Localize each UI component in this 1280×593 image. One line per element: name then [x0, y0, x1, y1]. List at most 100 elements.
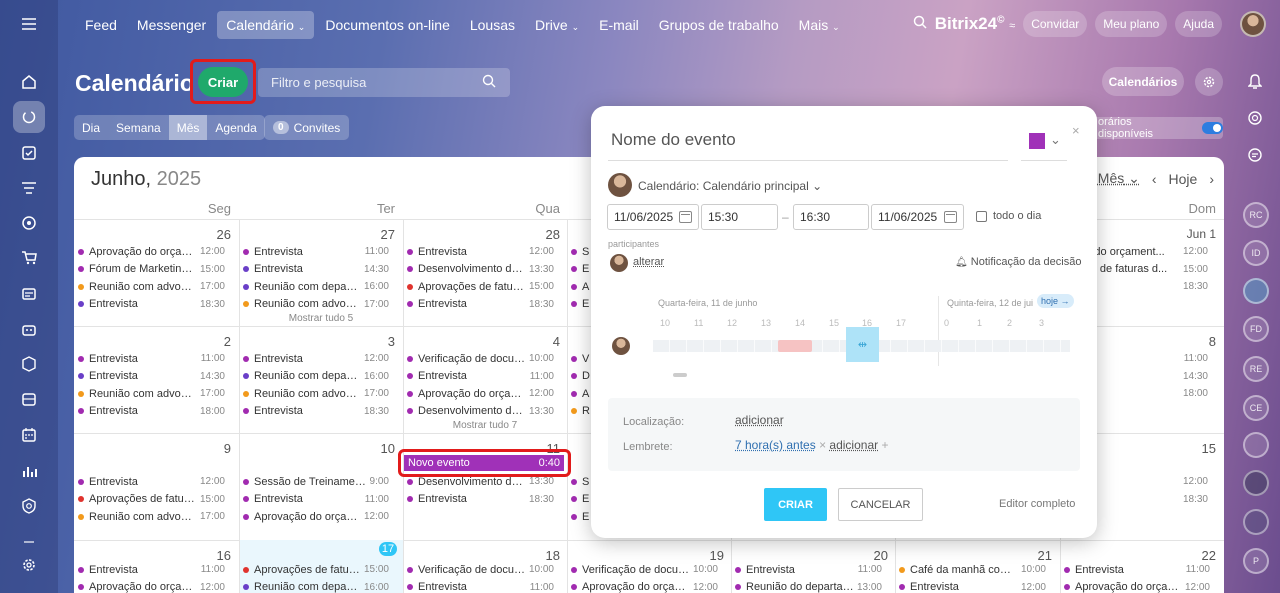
- calendar-event[interactable]: Fórum de Marketing Di...15:00: [78, 261, 225, 278]
- nav-documents[interactable]: Documentos on-line: [316, 11, 459, 39]
- calendar-event[interactable]: Aprovação do orçament...12:00: [1064, 579, 1210, 593]
- settings-icon[interactable]: [19, 555, 39, 575]
- my-plan-button[interactable]: Meu plano: [1095, 11, 1167, 37]
- calendar-event[interactable]: Reunião com advogados17:00: [78, 278, 225, 295]
- sites-icon[interactable]: [19, 284, 39, 304]
- calendar-event[interactable]: Entrevista 18:30: [407, 296, 554, 313]
- menu-icon[interactable]: [19, 14, 39, 34]
- day-number[interactable]: 9: [74, 441, 231, 456]
- calendar-event[interactable]: En: [571, 296, 593, 313]
- location-add-link[interactable]: adicionar: [735, 413, 784, 427]
- calendar-event[interactable]: De: [571, 368, 593, 385]
- nav-feed[interactable]: Feed: [76, 11, 126, 39]
- contact-avatar[interactable]: P: [1243, 548, 1269, 574]
- show-more-link[interactable]: Mostrar tudo 5: [239, 313, 403, 324]
- today-button[interactable]: Hoje: [1169, 171, 1198, 187]
- tab-month[interactable]: Mês: [169, 115, 208, 140]
- available-hours-toggle[interactable]: orários disponíveis: [1092, 117, 1223, 139]
- chat-icon[interactable]: [1247, 147, 1263, 168]
- calendar-icon[interactable]: [944, 211, 957, 223]
- calendar-event[interactable]: Reunião do departamen...13:00: [735, 579, 882, 593]
- contact-avatar-image[interactable]: [1243, 432, 1269, 458]
- tab-day[interactable]: Dia: [74, 115, 108, 140]
- contact-avatar[interactable]: ID: [1243, 240, 1269, 266]
- timeline-scrollbar[interactable]: [673, 373, 687, 377]
- calendar-event[interactable]: Aprovação do orçament...12:00: [407, 385, 554, 402]
- calendar-event[interactable]: Aprovações de faturas d...15:00: [407, 278, 554, 295]
- calendar-event[interactable]: Re: [571, 403, 593, 420]
- new-event-bar[interactable]: Novo evento 0:40: [404, 455, 564, 471]
- invite-button[interactable]: Convidar: [1023, 11, 1087, 37]
- reminder-add-link[interactable]: adicionar: [829, 438, 878, 452]
- calendar-event[interactable]: En: [571, 491, 593, 508]
- contact-avatar[interactable]: RC: [1243, 202, 1269, 228]
- bank-icon[interactable]: [19, 389, 39, 409]
- nav-calendar[interactable]: Calendário ⌄: [217, 11, 314, 39]
- calendar-event[interactable]: Desenvolvimento de do...13:30: [407, 261, 554, 278]
- calendar-event[interactable]: Entrevista 11:00: [243, 243, 389, 260]
- prev-icon[interactable]: ‹: [1152, 171, 1157, 187]
- calendar-event[interactable]: Ap: [571, 278, 593, 295]
- availability-timeline[interactable]: Quarta-feira, 11 de junho Quinta-feira, …: [638, 296, 1078, 381]
- bell-icon[interactable]: [1248, 74, 1262, 95]
- calendar-event[interactable]: Reunião com departam...16:00: [243, 368, 389, 385]
- decision-notification[interactable]: 🔔︎ Notificação da decisão: [955, 256, 1081, 268]
- calendar-icon[interactable]: [679, 211, 692, 223]
- create-event-button[interactable]: CRIAR: [764, 488, 827, 521]
- remove-icon[interactable]: ×: [819, 438, 826, 452]
- help-button[interactable]: Ajuda: [1175, 11, 1222, 37]
- day-number[interactable]: 27: [239, 227, 395, 242]
- calendar-event[interactable]: Aprovação do orçament...12:00: [243, 508, 389, 525]
- day-number[interactable]: 28: [403, 227, 560, 242]
- sync-icon[interactable]: [19, 107, 39, 127]
- calendar-event[interactable]: Café da manhã com me...10:00: [899, 561, 1046, 578]
- crm-icon[interactable]: [19, 213, 39, 233]
- day-number[interactable]: 2: [74, 334, 231, 349]
- calendar-event[interactable]: En: [571, 508, 593, 525]
- calendar-event[interactable]: Verificação de documen...10:00: [571, 561, 718, 578]
- brand-logo[interactable]: Bitrix24© ≈: [935, 14, 1016, 34]
- day-number[interactable]: 26: [74, 227, 231, 242]
- shield-icon[interactable]: [19, 496, 39, 516]
- calendar-event[interactable]: Entrevista 18:30: [243, 403, 389, 420]
- calendar-event[interactable]: Entrevista 11:00: [407, 368, 554, 385]
- view-select[interactable]: Mês ⌄: [1098, 170, 1140, 187]
- calendar-event[interactable]: Aprovações de faturas d...15:00: [243, 561, 389, 578]
- time-to-field[interactable]: 16:30: [793, 204, 869, 230]
- nav-groups[interactable]: Grupos de trabalho: [650, 11, 788, 39]
- nav-messenger[interactable]: Messenger: [128, 11, 215, 39]
- full-editor-link[interactable]: Editor completo: [999, 498, 1075, 510]
- search-icon[interactable]: [482, 74, 496, 91]
- calendar-event[interactable]: Desenvolvimento de do...13:30: [407, 403, 554, 420]
- calendar-event[interactable]: Sessão de Treinamento d...9:00: [243, 473, 389, 490]
- box-icon[interactable]: [19, 354, 39, 374]
- calendar-event[interactable]: Entrevista 12:00: [78, 473, 225, 490]
- copilot-icon[interactable]: [1247, 110, 1263, 131]
- selected-slot-handle[interactable]: ⇹: [846, 327, 879, 362]
- calendar-grid-icon[interactable]: [19, 425, 39, 445]
- calendar-event[interactable]: Ap: [571, 385, 593, 402]
- calendar-event[interactable]: En: [571, 261, 593, 278]
- calendar-event[interactable]: Ve: [571, 350, 593, 367]
- calendar-selector[interactable]: Calendário: Calendário principal ⌄: [638, 179, 822, 193]
- gear-icon[interactable]: [1195, 68, 1223, 96]
- cancel-button[interactable]: CANCELAR: [838, 488, 923, 521]
- all-day-checkbox[interactable]: [976, 211, 987, 222]
- event-color-swatch[interactable]: [1029, 133, 1045, 149]
- calendar-event[interactable]: Se: [571, 473, 593, 490]
- calendar-event[interactable]: Entrevista 11:00: [1064, 561, 1210, 578]
- calendar-event[interactable]: Reunião com departam...16:00: [243, 278, 389, 295]
- calendar-event[interactable]: Se: [571, 243, 593, 260]
- filter-icon[interactable]: [19, 178, 39, 198]
- tasks-icon[interactable]: [19, 143, 39, 163]
- calendar-event[interactable]: Aprovação do orçament...12:00: [78, 579, 225, 593]
- nav-drive[interactable]: Drive ⌄: [526, 11, 588, 39]
- search-icon[interactable]: [913, 15, 927, 34]
- calendar-event[interactable]: Verificação de documen...10:00: [407, 561, 554, 578]
- calendar-event[interactable]: Entrevista 14:30: [78, 368, 225, 385]
- contact-avatar-image[interactable]: [1243, 470, 1269, 496]
- calendar-event[interactable]: Reunião com departam...16:00: [243, 579, 389, 593]
- contact-avatar-image[interactable]: [1243, 509, 1269, 535]
- day-number[interactable]: 10: [239, 441, 395, 456]
- robot-icon[interactable]: [19, 319, 39, 339]
